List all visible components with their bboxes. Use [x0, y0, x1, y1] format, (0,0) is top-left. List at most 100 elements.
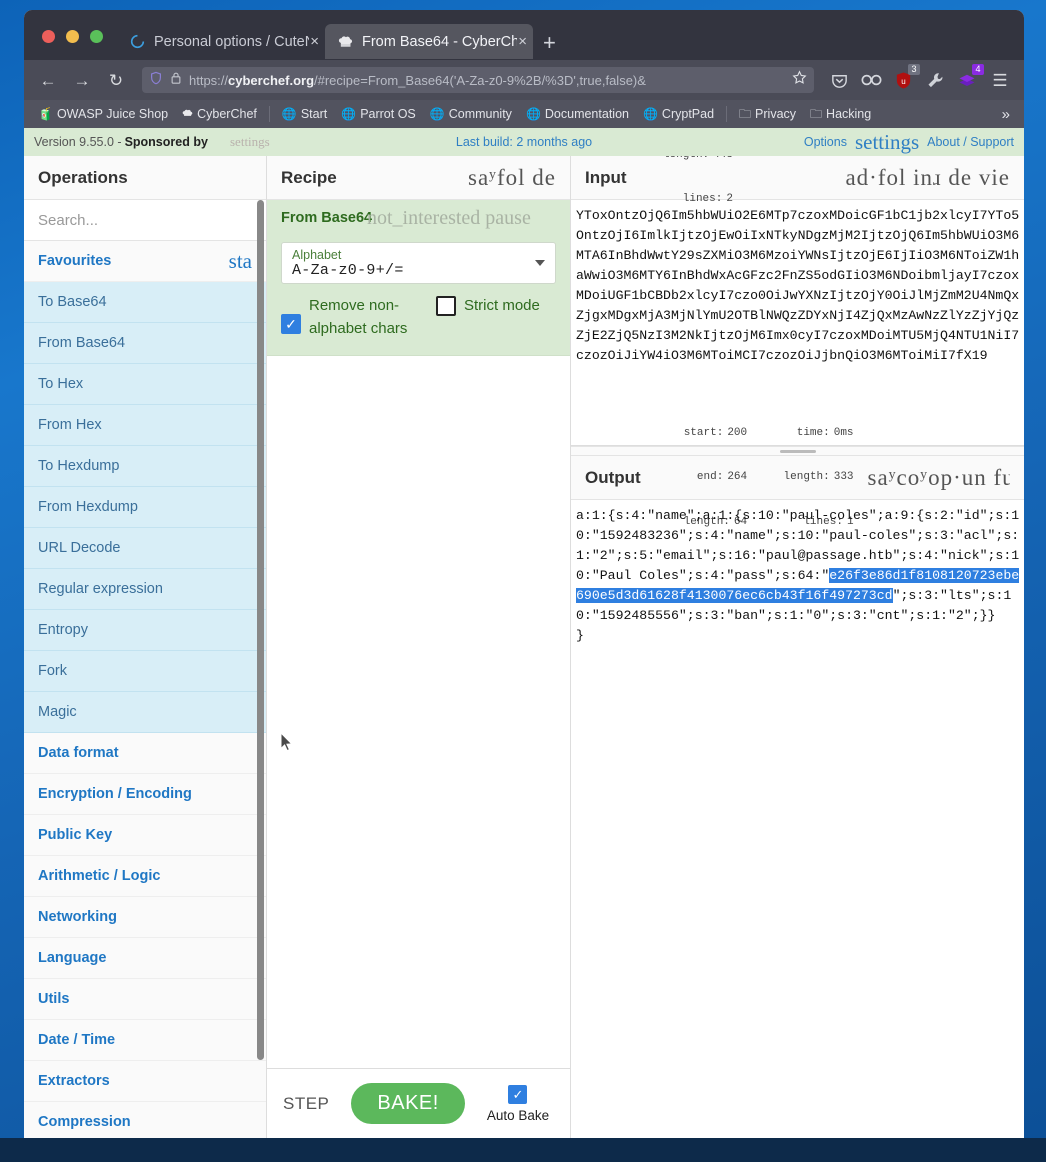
operation-to-base64[interactable]: To Base64 — [24, 282, 266, 323]
sponsor-label[interactable]: Sponsored by — [125, 135, 208, 149]
star-icon[interactable]: sta — [229, 249, 252, 274]
operation-from-hexdump[interactable]: From Hexdump — [24, 487, 266, 528]
bookmark-cyberchef[interactable]: CyberChef — [176, 105, 263, 123]
violentmonkey-icon[interactable]: 4 — [956, 64, 984, 91]
desktop-taskbar[interactable] — [0, 1138, 1046, 1162]
browser-tab-cyberchef[interactable]: From Base64 - CyberChef × — [325, 24, 533, 59]
globe-icon: 🌐 — [281, 107, 297, 121]
output-start-key: start: — [683, 426, 724, 439]
bookmark-community[interactable]: 🌐 Community — [424, 105, 518, 123]
lock-icon[interactable] — [170, 71, 182, 90]
bookmark-separator — [268, 106, 270, 122]
auto-bake-checkbox[interactable]: ✓ — [508, 1084, 528, 1104]
reload-icon[interactable]: ↻ — [104, 72, 128, 89]
category-data-format[interactable]: Data format — [24, 733, 266, 774]
bookmark-documentation[interactable]: 🌐 Documentation — [520, 105, 635, 123]
strict-mode-option[interactable]: Strict mode — [436, 294, 540, 341]
bookmark-label: Parrot OS — [360, 107, 416, 121]
back-icon[interactable]: ← — [36, 72, 60, 89]
bookmarks-overflow-icon[interactable]: » — [996, 106, 1016, 123]
remove-non-alphabet-chars-option[interactable]: ✓ Remove non-alphabet chars — [281, 294, 436, 341]
operation-entropy[interactable]: Entropy — [24, 610, 266, 651]
globe-icon: 🌐 — [341, 107, 357, 121]
strict-mode-checkbox[interactable] — [436, 296, 456, 316]
bookmark-start[interactable]: 🌐 Start — [276, 105, 333, 123]
bookmark-label: CyberChef — [197, 107, 257, 121]
input-toolbar-glyphs[interactable]: ad·fol inɹ de vie — [845, 165, 1010, 191]
about-support-button[interactable]: About / Support — [927, 135, 1014, 149]
bake-button[interactable]: BAKE! — [351, 1083, 465, 1124]
containers-icon[interactable] — [860, 69, 882, 91]
new-tab-button[interactable]: + — [533, 32, 566, 60]
forward-icon[interactable]: → — [70, 72, 94, 89]
cyberchef-app: Version 9.55.0 - Sponsored by settings L… — [24, 128, 1024, 1138]
bookmark-label: Documentation — [544, 107, 629, 121]
remove-non-alphabet-chars-checkbox[interactable]: ✓ — [281, 314, 301, 334]
category-extractors[interactable]: Extractors — [24, 1061, 266, 1102]
step-button[interactable]: STEP — [283, 1094, 329, 1114]
bookmark-cryptpad[interactable]: 🌐 CryptPad — [637, 105, 720, 123]
ublock-badge: 3 — [908, 64, 920, 75]
settings-gear-glyph[interactable]: settings — [855, 130, 919, 155]
operations-scrollbar[interactable] — [257, 200, 264, 1060]
url-domain: cyberchef.org — [228, 72, 315, 88]
options-button[interactable]: Options — [804, 135, 847, 149]
close-tab-icon[interactable]: × — [310, 34, 319, 49]
category-favourites[interactable]: Favourites sta — [24, 241, 266, 282]
url-path: /#recipe=From_Base64('A-Za-z0-9%2B/%3D',… — [314, 72, 646, 88]
operation-to-hex[interactable]: To Hex — [24, 364, 266, 405]
category-language[interactable]: Language — [24, 938, 266, 979]
url-text[interactable]: https://cyberchef.org/#recipe=From_Base6… — [189, 73, 785, 88]
ublock-origin-icon[interactable]: u 3 — [892, 64, 920, 91]
browser-window: Personal options / CuteNe × From Base64 … — [24, 10, 1024, 1138]
recipe-op-from-base64[interactable]: From Base64 not_interested pause Alphabe… — [267, 200, 570, 356]
bookmark-label: Hacking — [826, 107, 872, 121]
bookmark-label: OWASP Juice Shop — [56, 107, 169, 121]
bookmark-label: CryptPad — [661, 107, 715, 121]
chevron-down-icon[interactable] — [535, 260, 545, 266]
category-utils[interactable]: Utils — [24, 979, 266, 1020]
close-window-button[interactable] — [42, 30, 55, 43]
address-bar[interactable]: https://cyberchef.org/#recipe=From_Base6… — [142, 67, 814, 93]
category-arithmetic-logic[interactable]: Arithmetic / Logic — [24, 856, 266, 897]
alphabet-select[interactable]: Alphabet A-Za-z0-9+/= — [281, 242, 556, 284]
disable-pause-glyph-artifact[interactable]: not_interested pause — [367, 207, 531, 230]
pocket-icon[interactable] — [828, 69, 850, 91]
shield-icon[interactable] — [149, 71, 163, 90]
operation-magic[interactable]: Magic — [24, 692, 266, 733]
hamburger-menu-icon[interactable]: ☰ — [988, 72, 1012, 89]
category-public-key[interactable]: Public Key — [24, 815, 266, 856]
input-title: Input — [585, 167, 627, 187]
category-date-time[interactable]: Date / Time — [24, 1020, 266, 1061]
category-encryption-encoding[interactable]: Encryption / Encoding — [24, 774, 266, 815]
category-compression[interactable]: Compression — [24, 1102, 266, 1138]
output-textarea[interactable]: a:1:{s:4:"name";a:1:{s:10:"paul-coles";a… — [571, 500, 1024, 1138]
loading-spinner-icon — [129, 33, 146, 50]
recipe-toolbar-glyphs[interactable]: saʸfol de — [468, 165, 556, 191]
bookmark-star-icon[interactable] — [792, 70, 807, 90]
close-tab-icon[interactable]: × — [518, 34, 527, 49]
recipe-panel: Recipe saʸfol de From Base64 not_interes… — [267, 156, 571, 1138]
bookmark-parrot-os[interactable]: 🌐 Parrot OS — [335, 105, 422, 123]
maximize-window-button[interactable] — [90, 30, 103, 43]
operation-from-hex[interactable]: From Hex — [24, 405, 266, 446]
operation-url-decode[interactable]: URL Decode — [24, 528, 266, 569]
operation-regular-expression[interactable]: Regular expression — [24, 569, 266, 610]
category-networking[interactable]: Networking — [24, 897, 266, 938]
three-column-layout: Operations Search... Favourites sta To B… — [24, 149, 1024, 1138]
minimize-window-button[interactable] — [66, 30, 79, 43]
wrench-icon[interactable] — [924, 69, 946, 91]
operation-to-hexdump[interactable]: To Hexdump — [24, 446, 266, 487]
bookmark-folder-hacking[interactable]: 🗀 Hacking — [804, 105, 877, 123]
auto-bake-label: Auto Bake — [486, 1107, 550, 1123]
operation-from-base64[interactable]: From Base64 — [24, 323, 266, 364]
operation-fork[interactable]: Fork — [24, 651, 266, 692]
version-label: Version 9.55.0 - — [34, 135, 122, 149]
output-toolbar-glyphs[interactable]: saʸcoʸop·un ful — [868, 465, 1010, 491]
browser-tab-cutenews[interactable]: Personal options / CuteNe × — [117, 24, 325, 59]
bookmark-owasp-juice-shop[interactable]: 🧃 OWASP Juice Shop — [32, 105, 174, 123]
auto-bake-option[interactable]: ✓ Auto Bake — [486, 1084, 550, 1123]
search-input[interactable]: Search... — [24, 200, 266, 241]
bookmark-folder-privacy[interactable]: 🗀 Privacy — [733, 105, 802, 123]
output-time-value: 0ms — [833, 426, 854, 439]
